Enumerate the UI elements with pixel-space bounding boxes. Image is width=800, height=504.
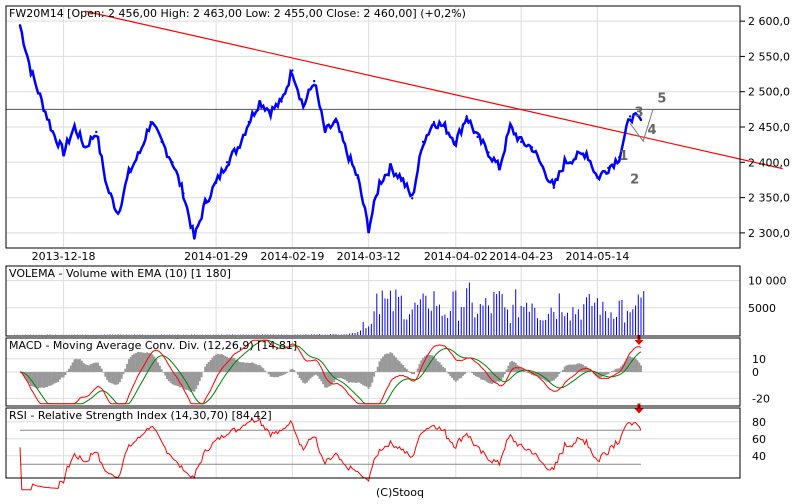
- price-point: [563, 161, 566, 164]
- price-point: [138, 151, 142, 154]
- volume-tick-label: 10 000: [748, 275, 787, 288]
- rsi-title: RSI - Relative Strength Index (14,30,70)…: [9, 409, 272, 422]
- rsi-line: [19, 417, 642, 491]
- price-point: [193, 237, 196, 240]
- price-point: [127, 171, 131, 175]
- price-series: [18, 25, 643, 240]
- date-tick-label: 2014-01-29: [184, 250, 248, 263]
- price-point: [214, 181, 218, 184]
- price-point: [73, 125, 76, 129]
- price-point: [541, 166, 545, 170]
- price-tick-label: 2 550,0: [748, 50, 790, 63]
- price-point: [443, 125, 447, 129]
- date-tick-label: 2013-12-18: [32, 250, 96, 263]
- price-point: [465, 115, 468, 118]
- price-point: [323, 130, 327, 134]
- price-point: [302, 105, 305, 108]
- wave-label-5: 5: [657, 91, 666, 106]
- trend-line: [85, 10, 783, 170]
- rsi-tick-label: 60: [752, 433, 766, 446]
- macd-tick-label: -20: [752, 392, 770, 405]
- price-tick-label: 2 500,0: [748, 86, 790, 99]
- price-point: [421, 140, 425, 144]
- price-point: [51, 130, 54, 134]
- price-point: [291, 69, 294, 72]
- price-point: [225, 161, 229, 164]
- price-point: [596, 176, 599, 180]
- price-point: [247, 120, 250, 124]
- rsi-tick-label: 40: [752, 450, 766, 463]
- price-point: [204, 202, 207, 205]
- price-point: [84, 146, 87, 149]
- date-tick-label: 2014-05-14: [565, 250, 629, 263]
- price-point: [29, 69, 33, 72]
- price-point: [552, 186, 556, 189]
- price-point: [411, 197, 414, 200]
- price-point: [454, 140, 457, 144]
- macd-tick-label: 0: [752, 366, 759, 379]
- price-point: [182, 192, 185, 195]
- price-point: [171, 161, 174, 164]
- price-point: [378, 181, 381, 184]
- price-point: [62, 151, 65, 154]
- price-point: [530, 146, 534, 149]
- price-point: [116, 211, 120, 215]
- price-tick-label: 2 400,0: [748, 156, 790, 169]
- price-point: [356, 176, 359, 180]
- wave-label-3: 3: [634, 105, 643, 120]
- stock-chart: FW20M14 [Open: 2 456,00 High: 2 463,00 L…: [5, 5, 790, 499]
- price-point: [519, 140, 523, 144]
- price-point: [400, 176, 403, 180]
- price-point: [149, 120, 152, 124]
- price-point: [574, 156, 577, 159]
- price-point: [236, 146, 240, 149]
- wave-label-2: 2: [630, 172, 639, 187]
- price-point: [160, 140, 163, 144]
- wave-label-4: 4: [648, 123, 657, 138]
- volume-title: VOLEMA - Volume with EMA (10) [1 180]: [9, 267, 231, 280]
- price-point: [628, 115, 632, 118]
- price-point: [258, 100, 261, 103]
- price-tick-label: 2 350,0: [748, 192, 790, 205]
- price-tick-label: 2 450,0: [748, 121, 790, 134]
- price-point: [607, 166, 610, 170]
- price-point: [432, 120, 436, 124]
- price-point: [509, 125, 512, 129]
- volume-tick-label: 5000: [748, 302, 776, 315]
- price-point: [389, 166, 392, 170]
- price-point: [345, 151, 349, 154]
- signal-arrow-icon: [634, 403, 644, 414]
- price-point: [498, 166, 501, 170]
- price-point: [280, 100, 283, 103]
- price-point: [105, 186, 109, 189]
- price-point: [18, 24, 22, 27]
- price-point: [312, 79, 316, 83]
- price-tick-label: 2 300,0: [748, 227, 790, 240]
- wave-label-1: 1: [619, 149, 628, 164]
- price-title: FW20M14 [Open: 2 456,00 High: 2 463,00 L…: [9, 7, 466, 20]
- date-tick-label: 2014-04-02: [424, 250, 488, 263]
- price-tick-label: 2 600,0: [748, 15, 790, 28]
- date-tick-label: 2014-02-19: [260, 250, 324, 263]
- date-tick-label: 2014-03-12: [337, 250, 401, 263]
- footer-copyright: (C)Stooq: [376, 486, 424, 499]
- price-point: [95, 130, 98, 134]
- price-point: [476, 135, 479, 139]
- macd-tick-label: 10: [752, 353, 766, 366]
- date-tick-label: 2014-04-23: [489, 250, 553, 263]
- price-point: [585, 151, 588, 154]
- price-point: [40, 100, 43, 103]
- price-point: [367, 227, 370, 230]
- macd-title: MACD - Moving Average Conv. Div. (12,26,…: [9, 339, 297, 352]
- price-point: [487, 151, 490, 154]
- price-point: [334, 120, 338, 124]
- price-point: [269, 110, 272, 113]
- rsi-tick-label: 80: [752, 416, 766, 429]
